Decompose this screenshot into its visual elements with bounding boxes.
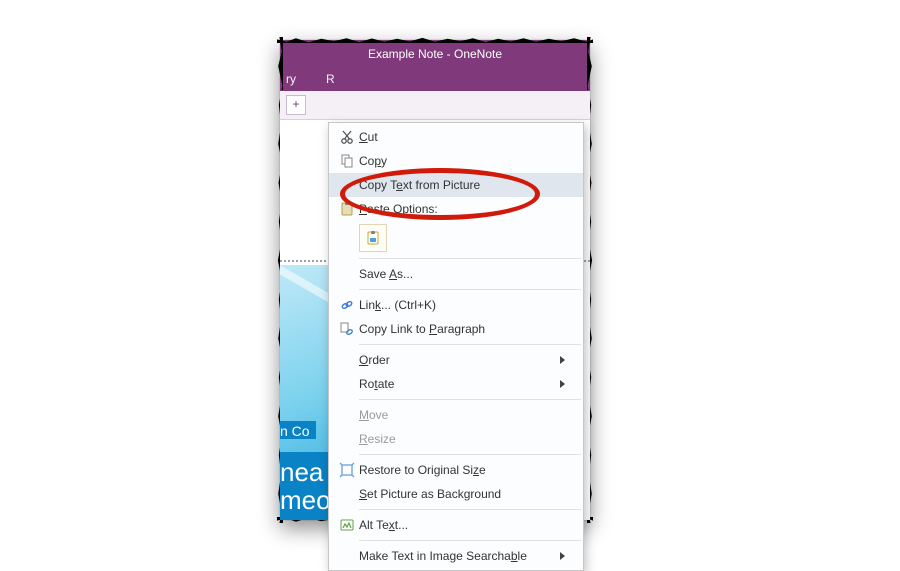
title-bar: Example Note - OneNote: [280, 40, 590, 68]
submenu-arrow-icon: [560, 380, 565, 388]
restore-size-icon: [335, 462, 359, 478]
link-icon: [335, 297, 359, 313]
picture-text-fragment: n Co: [280, 421, 316, 439]
paste-icon: [335, 201, 359, 217]
submenu-arrow-icon: [560, 552, 565, 560]
menu-label: Copy: [359, 154, 565, 168]
menu-item-make-text-searchable[interactable]: Make Text in Image Searchable: [329, 544, 583, 568]
menu-label: Paste Options:: [359, 202, 565, 216]
submenu-arrow-icon: [560, 356, 565, 364]
menu-label: Move: [359, 408, 565, 422]
menu-item-resize: Resize: [329, 427, 583, 451]
menu-item-copy[interactable]: Copy: [329, 149, 583, 173]
menu-label: Save As...: [359, 267, 565, 281]
menu-item-alt-text[interactable]: Alt Text...: [329, 513, 583, 537]
menu-label: Cut: [359, 130, 565, 144]
menu-item-paste-options: Paste Options:: [329, 197, 583, 221]
alt-text-icon: [335, 517, 359, 533]
menu-label: Set Picture as Background: [359, 487, 565, 501]
menu-item-move: Move: [329, 403, 583, 427]
section-tabstrip: +: [280, 91, 590, 120]
menu-item-set-picture-as-background[interactable]: Set Picture as Background: [329, 482, 583, 506]
menu-item-rotate[interactable]: Rotate: [329, 372, 583, 396]
menu-label: Order: [359, 353, 560, 367]
window-title: Example Note - OneNote: [368, 47, 502, 61]
paste-gallery: [329, 221, 583, 255]
menu-label: Make Text in Image Searchable: [359, 549, 560, 563]
copy-icon: [335, 153, 359, 169]
menu-item-save-as[interactable]: Save As...: [329, 262, 583, 286]
menu-item-restore-original-size[interactable]: Restore to Original Size: [329, 458, 583, 482]
menu-item-link[interactable]: Link... (Ctrl+K): [329, 293, 583, 317]
context-menu: Cut Copy Copy Text from Picture Paste Op…: [328, 122, 584, 571]
ribbon-tab-fragment[interactable]: R: [326, 72, 335, 86]
screenshot-window: Example Note - OneNote ry R + n Co nea m…: [280, 40, 590, 520]
menu-item-cut[interactable]: Cut: [329, 125, 583, 149]
scissors-icon: [335, 129, 359, 145]
ribbon: ry R: [280, 68, 590, 90]
menu-label: Resize: [359, 432, 565, 446]
copy-link-icon: [335, 321, 359, 337]
menu-label: Copy Link to Paragraph: [359, 322, 565, 336]
menu-label: Restore to Original Size: [359, 463, 565, 477]
ribbon-tab-fragment[interactable]: ry: [286, 72, 296, 86]
menu-item-order[interactable]: Order: [329, 348, 583, 372]
menu-item-copy-text-from-picture[interactable]: Copy Text from Picture: [329, 173, 583, 197]
menu-item-copy-link-to-paragraph[interactable]: Copy Link to Paragraph: [329, 317, 583, 341]
paste-option-keep-source[interactable]: [359, 224, 387, 252]
menu-label: Copy Text from Picture: [359, 178, 565, 192]
add-section-button[interactable]: +: [286, 95, 306, 115]
document-area: + n Co nea meone else Cut Copy: [280, 90, 590, 520]
menu-label: Rotate: [359, 377, 560, 391]
menu-label: Alt Text...: [359, 518, 565, 532]
menu-label: Link... (Ctrl+K): [359, 298, 565, 312]
